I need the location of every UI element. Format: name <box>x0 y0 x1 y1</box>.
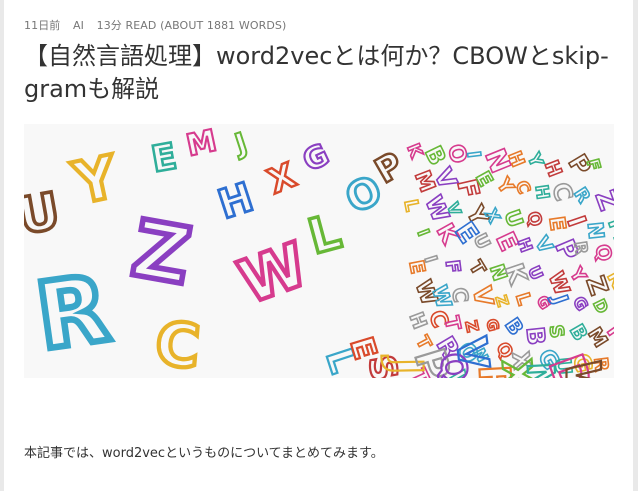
hero-letter: U <box>24 182 64 246</box>
hero-letter: L <box>399 198 422 214</box>
post-date: 11日前 <box>24 19 61 32</box>
article-title[interactable]: 【自然言語処理】word2vecとは何か？CBOWとskip-gramも解説 <box>24 40 624 106</box>
hero-letter: L <box>511 290 535 308</box>
hero-letter: F <box>441 259 465 275</box>
reading-time: 13分 READ (ABOUT 1881 WORDS) <box>96 19 287 32</box>
post-author-link[interactable]: AI <box>73 19 84 32</box>
article-intro: 本記事では、word2vecというものについてまとめてみます。 <box>24 446 384 461</box>
hero-letter: D <box>589 296 612 316</box>
post-meta: 11日前 AI 13分 READ (ABOUT 1881 WORDS) <box>24 17 295 33</box>
hero-image: RZWYLOPHXGEMCUJKBOINHYHPFMVFEYCHCRZLWVYX… <box>24 124 614 378</box>
hero-letter: R <box>30 255 115 371</box>
hero-letter: W <box>230 230 316 318</box>
hero-letter: H <box>213 174 259 228</box>
hero-letter: W <box>555 360 610 379</box>
hero-letter: E <box>148 136 179 181</box>
hero-letter: L <box>303 204 347 266</box>
hero-letter: J <box>229 126 251 161</box>
hero-letter: Q <box>590 242 614 263</box>
hero-letter: G <box>298 137 335 179</box>
hero-letter: Y <box>67 142 124 218</box>
hero-letter: C <box>153 309 203 378</box>
colorful-alphabet-illustration: RZ WYLOPH XGE MCUJ KBOINHYHPFMVFEYCHCRZLWVYX… <box>24 124 614 378</box>
hero-letter: Q <box>522 210 545 229</box>
hero-letter: M <box>183 124 219 164</box>
hero-letter: S <box>545 324 568 340</box>
hero-letter: X <box>262 155 301 202</box>
hero-letter: G <box>483 317 502 333</box>
hero-letter: Z <box>126 204 197 302</box>
hero-letter: I <box>421 253 442 265</box>
hero-letter: Z <box>461 319 482 334</box>
hero-letter: I <box>414 226 434 238</box>
hero-letter: R <box>570 240 592 256</box>
article-card: 11日前 AI 13分 READ (ABOUT 1881 WORDS) 【自然言… <box>4 0 633 491</box>
